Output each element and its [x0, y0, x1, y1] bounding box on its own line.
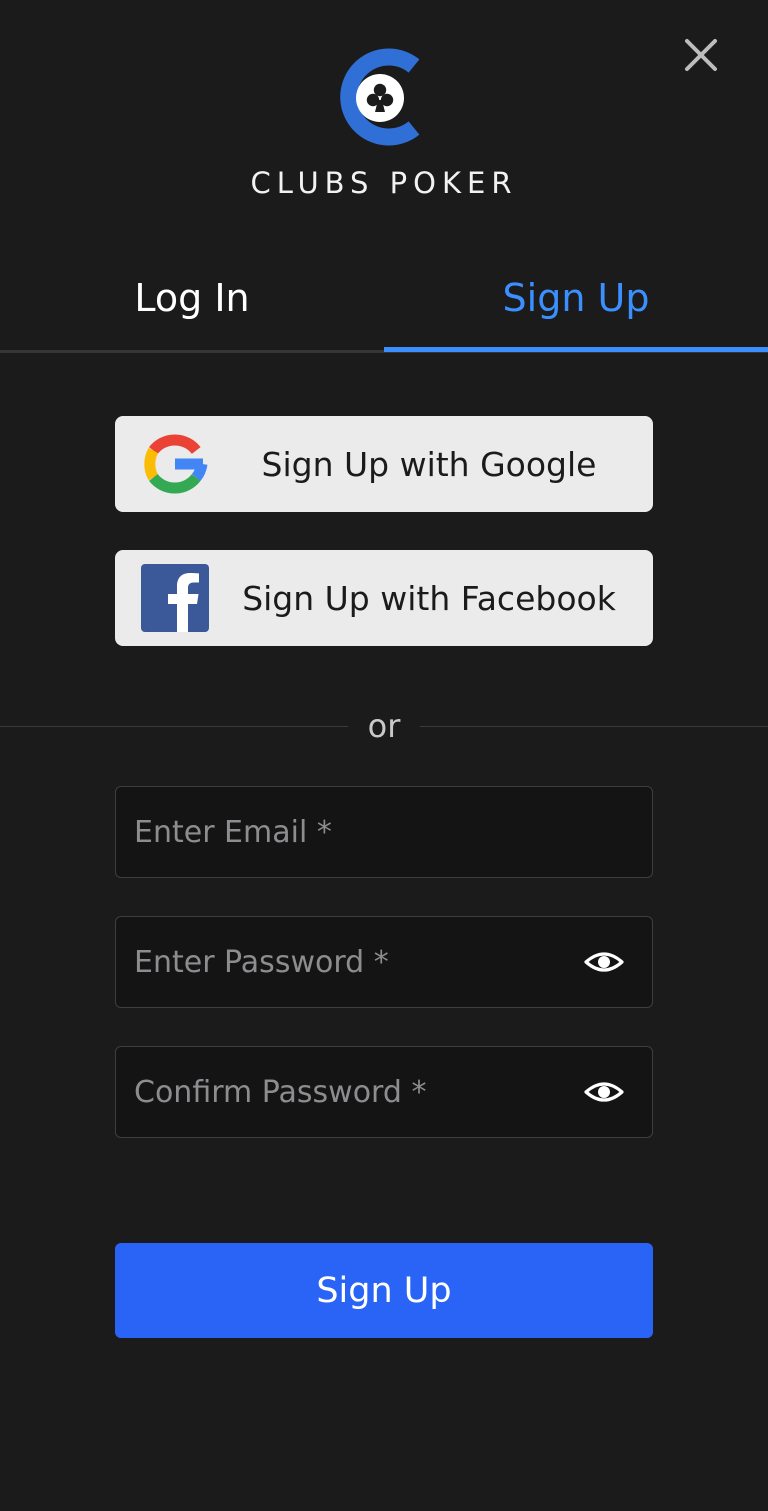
close-icon	[685, 39, 717, 71]
sign-up-submit-button[interactable]: Sign Up	[115, 1243, 653, 1338]
eye-icon[interactable]	[584, 945, 624, 979]
google-icon	[144, 434, 208, 494]
eye-icon[interactable]	[584, 1075, 624, 1109]
confirm-password-input[interactable]	[134, 1047, 564, 1137]
or-divider: or	[0, 706, 768, 746]
brand-name: CLUBS POKER	[250, 166, 518, 200]
google-signup-button[interactable]: Sign Up with Google	[115, 416, 653, 512]
password-input[interactable]	[134, 917, 564, 1007]
close-button[interactable]	[680, 34, 722, 76]
facebook-signup-button[interactable]: Sign Up with Facebook	[115, 550, 653, 646]
clubs-poker-logo-icon	[340, 48, 420, 146]
divider-line-left	[0, 726, 348, 727]
email-input[interactable]	[134, 787, 564, 877]
divider-line-right	[420, 726, 768, 727]
password-field	[115, 916, 653, 1008]
divider-text: or	[367, 707, 401, 745]
active-tab-indicator	[384, 347, 768, 352]
tab-sign-up[interactable]: Sign Up	[384, 248, 768, 348]
confirm-password-field	[115, 1046, 653, 1138]
email-field	[115, 786, 653, 878]
facebook-icon	[141, 564, 209, 632]
auth-tabs: Log In Sign Up	[0, 248, 768, 356]
tab-log-in[interactable]: Log In	[0, 248, 384, 348]
brand-logo	[332, 46, 422, 150]
google-signup-label: Sign Up with Google	[261, 444, 597, 484]
facebook-signup-label: Sign Up with Facebook	[242, 578, 616, 618]
